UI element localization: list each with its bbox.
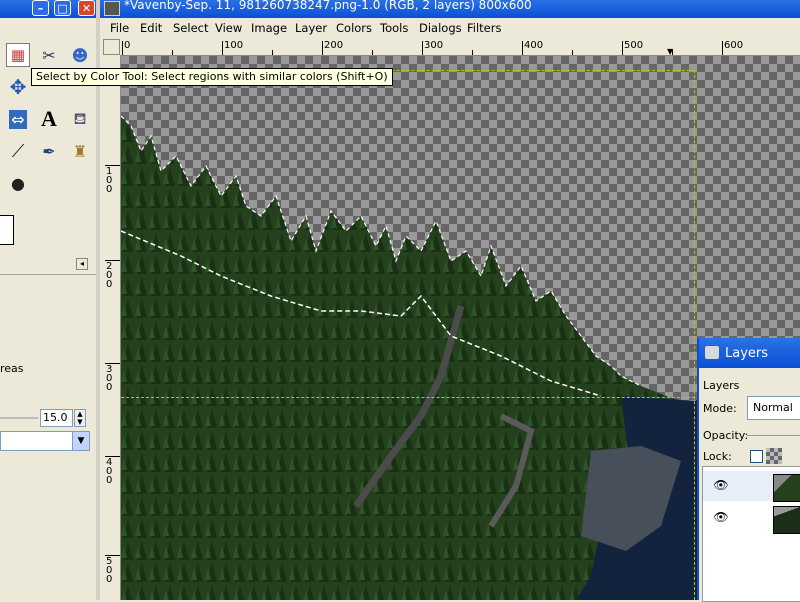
move-tool-icon: ✥ <box>9 75 27 99</box>
window-title: *Vavenby-Sep. 11, 981260738247.png-1.0 (… <box>124 0 532 12</box>
threshold-slider[interactable] <box>0 417 38 419</box>
menu-layer[interactable]: Layer <box>295 21 327 35</box>
mode-select[interactable]: Normal <box>747 396 800 420</box>
layers-section-label: Layers <box>703 379 740 392</box>
flip-tool-button[interactable]: ⇔ <box>6 107 30 131</box>
ruler-label: 4 0 0 <box>106 457 113 486</box>
text-tool-icon: A <box>41 106 57 131</box>
ruler-label: 0 <box>124 40 131 51</box>
eye-icon[interactable]: 👁 <box>713 479 729 491</box>
layer-boundary-right <box>694 70 695 600</box>
move-tool-button[interactable]: ✥ <box>6 75 30 99</box>
ruler-label: 300 <box>424 40 444 51</box>
menu-view[interactable]: View <box>215 21 242 35</box>
menu-select[interactable]: Select <box>173 21 208 35</box>
layer-list: 👁 👁 <box>702 466 800 602</box>
flip-tool-icon: ⇔ <box>9 109 27 129</box>
layer-row[interactable]: 👁 <box>703 471 800 502</box>
option-label-fragment: reas <box>0 362 24 375</box>
opacity-slider[interactable] <box>747 435 800 436</box>
clone-tool-button[interactable]: ♜ <box>68 139 92 163</box>
ruler-label: 2 0 0 <box>106 261 113 290</box>
threshold-input[interactable]: 15.0 <box>40 409 73 427</box>
ink-tool-icon: ✒ <box>42 141 56 161</box>
menu-bar: File Edit Select View Image Layer Colors… <box>100 18 800 39</box>
smudge-tool-icon: ● <box>11 173 25 193</box>
ruler-pointer-marker-icon: ▼ <box>667 47 674 56</box>
text-tool-button[interactable]: A <box>37 106 61 131</box>
menu-colors[interactable]: Colors <box>336 21 372 35</box>
vertical-ruler[interactable]: 1 0 0 2 0 0 3 0 0 4 0 0 5 0 0 <box>103 55 121 600</box>
ink-tool-button[interactable]: ✒ <box>37 139 61 163</box>
mode-label: Mode: <box>703 402 737 415</box>
bucket-fill-tool-button[interactable]: ⛾ <box>68 107 92 131</box>
eye-icon[interactable]: 👁 <box>713 511 729 523</box>
menu-dialogs[interactable]: Dialogs <box>419 21 462 35</box>
lock-label: Lock: <box>703 450 732 463</box>
tool-options-tab: ◂ <box>0 252 96 275</box>
close-button[interactable]: ✕ <box>78 0 95 16</box>
lock-alpha-icon <box>766 448 782 464</box>
scissors-select-tool-icon: ✂ <box>42 45 56 65</box>
layer-thumbnail <box>773 506 800 534</box>
layers-titlebar[interactable]: Layers <box>699 338 800 368</box>
menu-file[interactable]: File <box>110 21 129 35</box>
maximize-button[interactable]: □ <box>54 0 71 16</box>
ruler-corner[interactable] <box>103 39 120 55</box>
ruler-label: 3 0 0 <box>106 364 113 393</box>
select-criterion-combo[interactable]: ▼ <box>0 431 90 451</box>
lock-alpha-checkbox[interactable] <box>750 450 763 463</box>
ruler-label: 5 0 0 <box>106 556 113 585</box>
tab-menu-arrow-icon[interactable]: ◂ <box>76 258 88 270</box>
select-by-color-tool-icon: ▦ <box>10 46 26 64</box>
scissors-select-tool-button[interactable]: ✂ <box>37 43 61 67</box>
layers-title: Layers <box>725 346 769 361</box>
image-window-titlebar: *Vavenby-Sep. 11, 981260738247.png-1.0 (… <box>100 0 800 18</box>
layer-row[interactable]: 👁 <box>703 503 800 534</box>
menu-filters[interactable]: Filters <box>467 21 501 35</box>
color-picker-tool-button[interactable]: ⟋ <box>6 139 30 163</box>
layer-thumbnail <box>773 474 800 502</box>
tool-tooltip: Select by Color Tool: Select regions wit… <box>31 68 393 86</box>
menu-image[interactable]: Image <box>251 21 287 35</box>
ruler-label: 200 <box>324 40 344 51</box>
gimp-wilber-icon <box>705 346 719 359</box>
toolbox-titlebar: – □ ✕ <box>0 0 100 18</box>
layers-dialog: Layers Layers Mode: Normal Opacity: Lock… <box>697 338 800 602</box>
opacity-label: Opacity: <box>703 429 749 442</box>
toolbox-window: – □ ✕ ▦ ✂ ☻ ✥ ⇔ A ⛾ ⟋ ✒ ♜ ● ◂ reas 15.0 … <box>0 0 100 600</box>
ruler-label: 600 <box>724 40 744 51</box>
threshold-spin-button[interactable]: ▲ ▼ <box>74 409 86 427</box>
ruler-label: 500 <box>624 40 644 51</box>
ruler-label: 100 <box>224 40 244 51</box>
bucket-fill-tool-icon: ⛾ <box>73 108 87 128</box>
menu-edit[interactable]: Edit <box>140 21 162 35</box>
chevron-down-icon[interactable]: ▼ <box>72 432 89 450</box>
foreground-color-swatch[interactable] <box>0 215 14 245</box>
select-by-color-tool-button[interactable]: ▦ <box>6 43 30 67</box>
horizontal-ruler[interactable]: 0 100 200 300 400 500 600 ▼ <box>120 39 800 56</box>
foreground-select-tool-button[interactable]: ☻ <box>68 43 92 67</box>
clone-tool-icon: ♜ <box>72 141 88 161</box>
foreground-select-tool-icon: ☻ <box>71 45 89 65</box>
menu-tools[interactable]: Tools <box>380 21 408 35</box>
image-window: *Vavenby-Sep. 11, 981260738247.png-1.0 (… <box>100 0 800 600</box>
color-picker-tool-icon: ⟋ <box>11 140 25 162</box>
gimp-icon <box>104 1 120 16</box>
minimize-button[interactable]: – <box>32 0 49 16</box>
smudge-tool-button[interactable]: ● <box>6 171 30 195</box>
ruler-label: 1 0 0 <box>106 166 113 195</box>
ruler-label: 400 <box>524 40 544 51</box>
